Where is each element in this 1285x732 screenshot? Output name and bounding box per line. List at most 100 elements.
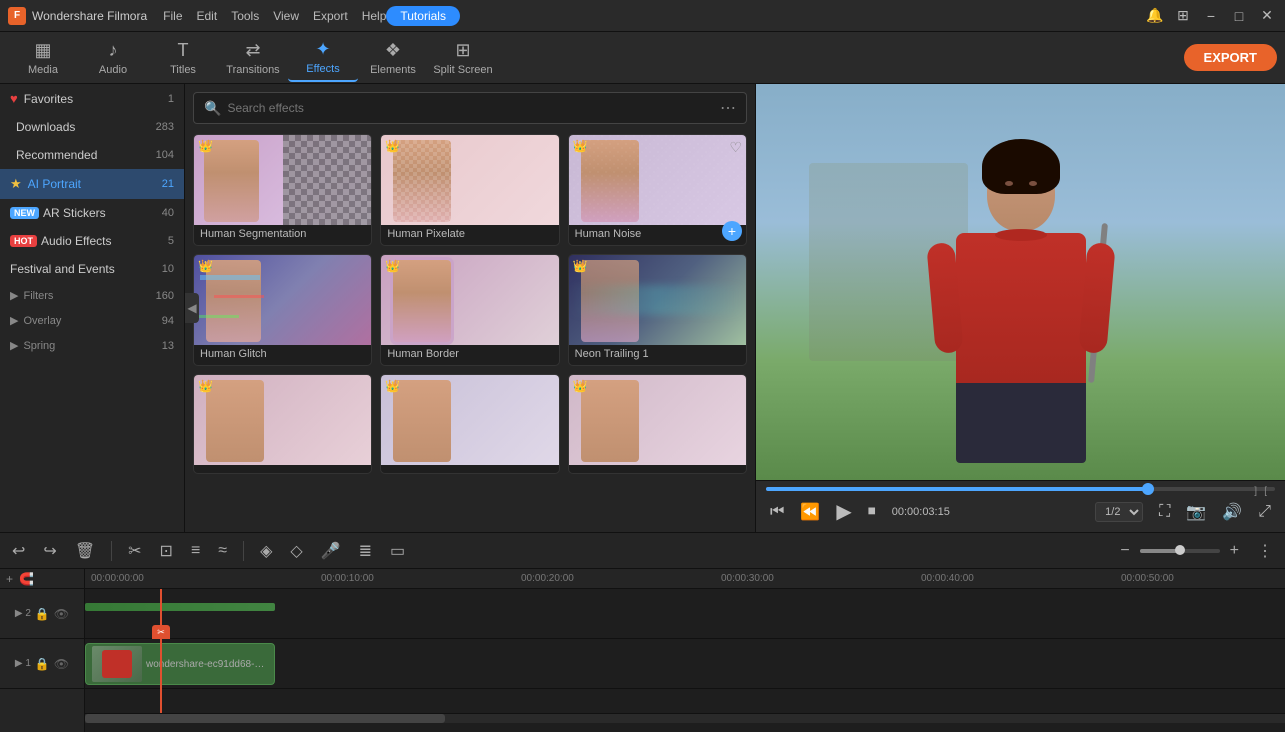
- add-track-button[interactable]: +: [6, 572, 13, 586]
- tool-transitions[interactable]: ⇄ Transitions: [218, 34, 288, 82]
- fullscreen-button[interactable]: ⛶: [1155, 501, 1174, 523]
- tool-media[interactable]: ▦ Media: [8, 34, 78, 82]
- sidebar-item-ar-stickers[interactable]: NEW AR Stickers 40: [0, 199, 184, 227]
- voice-button[interactable]: 🎤: [317, 539, 345, 563]
- quality-select[interactable]: 1/2 1/1 1/4: [1095, 502, 1143, 522]
- sidebar-item-festival[interactable]: Festival and Events 10: [0, 255, 184, 283]
- cut-button[interactable]: ✂: [124, 539, 145, 563]
- tool-effects[interactable]: ✦ Effects: [288, 34, 358, 82]
- crown-icon: 👑: [573, 379, 588, 393]
- mask-button[interactable]: ◈: [256, 539, 276, 563]
- close-button[interactable]: ✕: [1257, 6, 1277, 26]
- titles-icon: T: [178, 40, 189, 61]
- bracket-right: ]: [1254, 486, 1257, 497]
- settings-button[interactable]: ⤢: [1254, 501, 1275, 523]
- layout-icon[interactable]: ⊞: [1173, 6, 1193, 26]
- effect-label: [381, 465, 558, 473]
- crown-icon: 👑: [385, 259, 400, 273]
- export-button[interactable]: EXPORT: [1184, 44, 1277, 71]
- effect-card-human-glitch[interactable]: 👑 Human Glitch: [193, 254, 372, 366]
- media-icon: ▦: [34, 40, 51, 61]
- zoom-in-button[interactable]: +: [1226, 540, 1243, 562]
- effect-card-row3c[interactable]: 👑: [568, 374, 747, 474]
- delete-button[interactable]: 🗑: [71, 539, 99, 563]
- sidebar-collapse-button[interactable]: ◀: [185, 293, 199, 323]
- menu-view[interactable]: View: [273, 9, 299, 23]
- stop-button[interactable]: ⏹: [864, 501, 880, 523]
- crop-button[interactable]: ⊡: [156, 539, 177, 563]
- heart-icon[interactable]: ♡: [729, 139, 742, 156]
- main-area: ♥ Favorites 1 Downloads 283 Recommended …: [0, 84, 1285, 532]
- effect-card-human-border[interactable]: 👑 Human Border: [380, 254, 559, 366]
- sidebar-downloads-label: Downloads: [16, 120, 156, 134]
- effect-card-human-noise[interactable]: 👑 ♡ + Human Noise: [568, 134, 747, 246]
- subtitle-button[interactable]: ▭: [386, 539, 409, 563]
- play-button[interactable]: ▶: [832, 497, 855, 526]
- zoom-slider[interactable]: [1140, 549, 1220, 553]
- elements-icon: ❖: [385, 40, 401, 61]
- effect-thumb: [194, 255, 371, 345]
- track-2-lock-button[interactable]: 🔒: [35, 607, 50, 621]
- sidebar-item-overlay[interactable]: ▶ Overlay 94: [0, 308, 184, 333]
- add-effect-button[interactable]: +: [722, 221, 742, 241]
- tool-elements[interactable]: ❖ Elements: [358, 34, 428, 82]
- tutorials-button[interactable]: Tutorials: [386, 6, 460, 26]
- minimize-button[interactable]: −: [1201, 6, 1221, 26]
- notification-icon[interactable]: 🔔: [1145, 6, 1165, 26]
- sidebar-item-spring[interactable]: ▶ Spring 13: [0, 333, 184, 358]
- menu-export[interactable]: Export: [313, 9, 348, 23]
- track-row-1: ✂ wondershare-ec91dd68-c703-4751...: [85, 639, 1285, 689]
- tool-split-screen[interactable]: ⊞ Split Screen: [428, 34, 498, 82]
- effect-card-row3a[interactable]: 👑: [193, 374, 372, 474]
- effect-card-row3b[interactable]: 👑: [380, 374, 559, 474]
- sidebar-item-filters[interactable]: ▶ Filters 160: [0, 283, 184, 308]
- volume-button[interactable]: 🔊: [1218, 500, 1246, 524]
- crown-icon: 👑: [198, 379, 213, 393]
- audio-mixer-button[interactable]: ≈: [214, 540, 231, 562]
- speed-button[interactable]: ≡: [187, 540, 204, 562]
- redo-button[interactable]: ↪: [39, 539, 60, 563]
- time-marker-50: 00:00:50:00: [1121, 573, 1174, 584]
- clip-label: wondershare-ec91dd68-c703-4751...: [146, 659, 268, 670]
- track-2-visibility-button[interactable]: 👁: [54, 607, 69, 621]
- overlay-chevron-icon: ▶: [10, 314, 18, 327]
- stabilize-button[interactable]: ≣: [355, 539, 376, 563]
- step-back-button[interactable]: ⏮: [766, 501, 788, 523]
- progress-bar[interactable]: [ ]: [766, 487, 1275, 491]
- menu-edit[interactable]: Edit: [197, 9, 218, 23]
- snapshot-button[interactable]: 📷: [1182, 500, 1210, 524]
- menu-help[interactable]: Help: [362, 9, 387, 23]
- grid-view-icon[interactable]: ⋯: [720, 98, 736, 118]
- effect-label: Human Border: [381, 345, 558, 365]
- effect-card-human-segmentation[interactable]: 👑 Human Segmentation: [193, 134, 372, 246]
- timeline-scrollbar[interactable]: [85, 713, 1285, 723]
- track-1-lock-button[interactable]: 🔒: [35, 657, 50, 671]
- sidebar-item-recommended[interactable]: Recommended 104: [0, 141, 184, 169]
- sidebar-item-audio-effects[interactable]: HOT Audio Effects 5: [0, 227, 184, 255]
- menu-file[interactable]: File: [163, 9, 182, 23]
- effect-card-human-pixelate[interactable]: 👑 Human Pixelate: [380, 134, 559, 246]
- filters-chevron-icon: ▶: [10, 289, 18, 302]
- sidebar-item-ai-portrait[interactable]: ★ AI Portrait 21: [0, 169, 184, 199]
- tool-audio[interactable]: ♪ Audio: [78, 34, 148, 82]
- menu-tools[interactable]: Tools: [231, 9, 259, 23]
- sidebar-item-downloads[interactable]: Downloads 283: [0, 113, 184, 141]
- zoom-out-button[interactable]: −: [1116, 540, 1133, 562]
- sidebar-item-favorites[interactable]: ♥ Favorites 1: [0, 84, 184, 113]
- frame-back-button[interactable]: ⏪: [796, 500, 824, 524]
- track-1-visibility-button[interactable]: 👁: [54, 657, 69, 671]
- tool-titles[interactable]: T Titles: [148, 34, 218, 82]
- video-clip[interactable]: wondershare-ec91dd68-c703-4751...: [85, 643, 275, 685]
- more-options-button[interactable]: ⋮: [1253, 539, 1277, 563]
- maximize-button[interactable]: □: [1229, 6, 1249, 26]
- keyframe-button[interactable]: ◇: [286, 539, 306, 563]
- search-bar: 🔍 ⋯: [193, 92, 747, 124]
- tracks-container: ✂ wondershare-ec91dd68-c703-4751...: [85, 589, 1285, 713]
- playhead-marker: ✂: [152, 625, 170, 639]
- magnet-button[interactable]: 🧲: [19, 572, 34, 586]
- undo-button[interactable]: ↩: [8, 539, 29, 563]
- search-input[interactable]: [227, 101, 714, 115]
- selection-range: [85, 603, 275, 611]
- effects-grid: 👑 Human Segmentation 👑 Human Pixelate 👑: [193, 134, 747, 474]
- effect-card-neon-trailing[interactable]: 👑 Neon Trailing 1: [568, 254, 747, 366]
